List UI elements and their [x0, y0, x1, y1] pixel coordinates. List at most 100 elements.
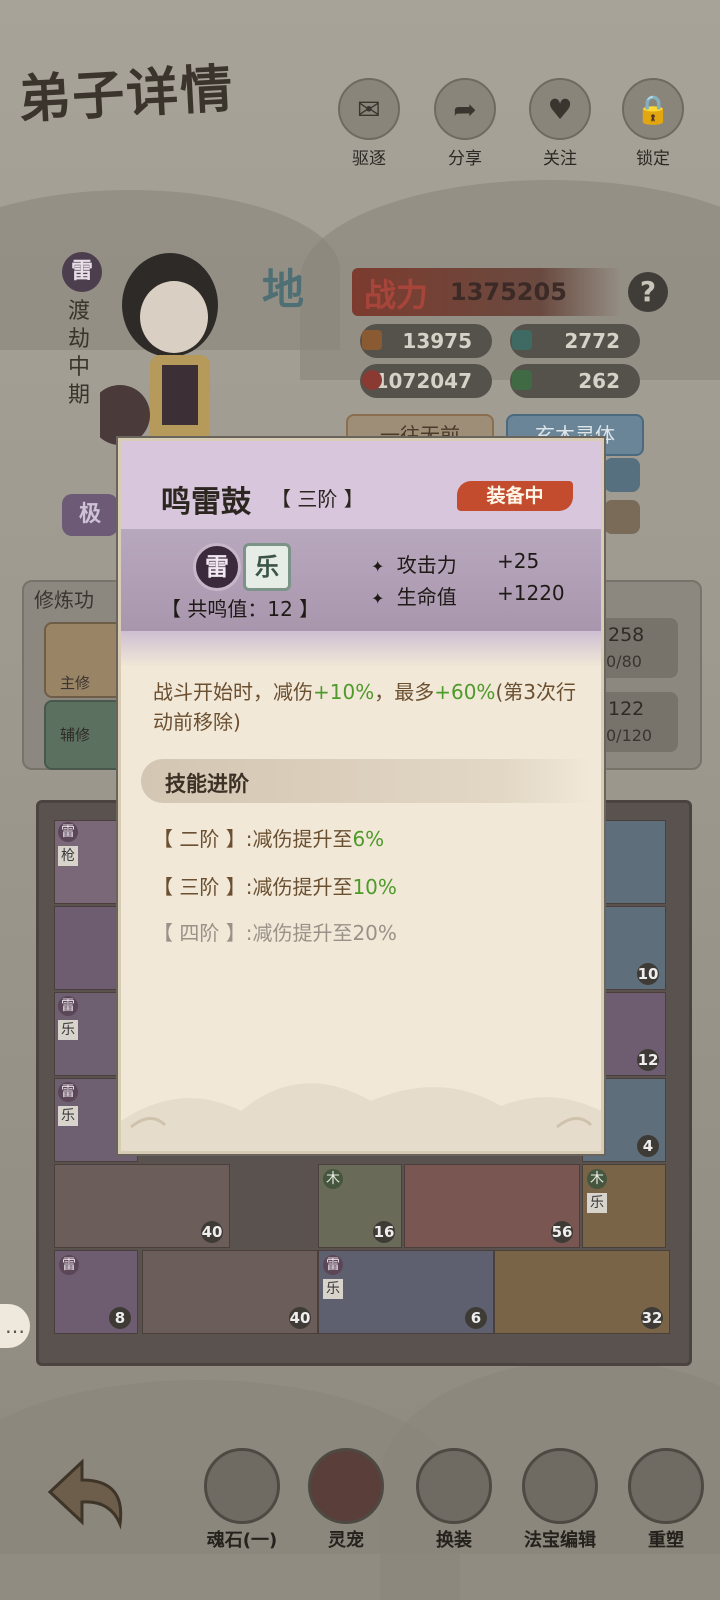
attr-name: 攻击力 — [396, 553, 457, 577]
skill-upgrade-title: 技能进阶 — [165, 772, 249, 796]
soul-stone-button[interactable]: 魂石(一) — [200, 1448, 284, 1552]
inventory-slot[interactable]: 56 — [404, 1164, 580, 1248]
item-count: 8 — [109, 1307, 131, 1329]
expel-label: 驱逐 — [352, 149, 386, 169]
main-slot-label: 主修 — [60, 674, 91, 692]
sword-icon — [362, 330, 382, 350]
attr-value: +25 — [497, 549, 540, 573]
power-value: 1375205 — [450, 278, 567, 306]
share-label: 分享 — [448, 149, 482, 169]
resonance-value: 【 共鸣值：12 】 — [161, 597, 320, 621]
inventory-slot[interactable]: 雷 8 — [54, 1250, 138, 1334]
wood-tag: 木 — [323, 1169, 343, 1189]
tier-label: 【 二阶 】:减伤提升至 — [153, 827, 353, 851]
heart-icon — [362, 370, 382, 390]
inventory-slot[interactable]: 雷 乐 6 — [318, 1250, 494, 1334]
outfit-icon — [416, 1448, 492, 1524]
tier-value: 20% — [352, 921, 397, 945]
treasure-edit-button[interactable]: 法宝编辑 — [512, 1448, 608, 1552]
item-description: 战斗开始时，减伤+10%，最多+60%(第3次行动前移除) — [153, 677, 583, 737]
main-progress-value: 258 — [608, 624, 645, 646]
attr-value: +1220 — [497, 581, 565, 605]
tier-value: 10% — [352, 875, 397, 899]
lock-button[interactable]: 🔒 锁定 — [618, 78, 688, 169]
item-tier: 【 三阶 】 — [271, 487, 364, 511]
thunder-element-icon: 雷 — [193, 543, 241, 591]
music-tag: 乐 — [58, 1106, 78, 1126]
thunder-tag: 雷 — [58, 996, 78, 1016]
tier-value: 6% — [352, 827, 385, 851]
item-name: 鸣雷鼓 — [161, 485, 251, 520]
skill-tier-row: 【 二阶 】:减伤提升至6% — [153, 823, 384, 852]
inventory-slot[interactable]: 木 乐 — [582, 1164, 666, 1248]
help-icon[interactable]: ? — [628, 272, 668, 312]
diamond-icon: ✦ — [371, 557, 385, 576]
main-progress-sub: 0/80 — [606, 652, 642, 671]
disciple-portrait[interactable] — [90, 235, 270, 465]
attribute-band: 雷 乐 【 共鸣值：12 】 ✦ 攻击力 +25 ✦ 生命值 +1220 — [121, 529, 601, 631]
equipped-badge: 装备中 — [457, 481, 573, 511]
shield-icon — [512, 330, 532, 350]
desc-bonus: +60% — [434, 680, 496, 704]
follow-label: 关注 — [543, 149, 577, 169]
hp-attr-row: ✦ 生命值 — [371, 581, 457, 610]
attr-name: 生命值 — [396, 585, 457, 609]
trait-badge[interactable] — [604, 500, 640, 534]
desc-bonus: +10% — [313, 680, 375, 704]
item-count: 56 — [551, 1221, 573, 1243]
treasure-edit-label: 法宝编辑 — [524, 1530, 596, 1551]
item-detail-modal[interactable]: 鸣雷鼓 【 三阶 】 装备中 雷 乐 【 共鸣值：12 】 ✦ 攻击力 +25 … — [118, 438, 604, 1154]
ink-mountain-decoration — [121, 1083, 601, 1151]
music-tag: 乐 — [587, 1193, 607, 1213]
item-count: 12 — [637, 1049, 659, 1071]
tier-label: 【 四阶 】:减伤提升至 — [153, 921, 353, 945]
outfit-label: 换装 — [436, 1530, 472, 1551]
trait-badge[interactable] — [604, 458, 640, 492]
skill-upgrade-header: 技能进阶 — [141, 759, 591, 803]
aux-progress-sub: 0/120 — [606, 726, 653, 745]
inventory-slot[interactable]: 木 16 — [318, 1164, 402, 1248]
rank-badge: 极 — [62, 494, 118, 536]
page-title: 弟子详情 — [16, 58, 236, 131]
diamond-icon: ✦ — [371, 589, 385, 608]
treasure-icon — [522, 1448, 598, 1524]
pet-button[interactable]: 灵宠 — [304, 1448, 388, 1552]
thunder-tag: 雷 — [59, 1255, 79, 1275]
realm-label: 渡劫中期 — [68, 299, 91, 408]
aux-progress-value: 122 — [608, 698, 645, 720]
music-tag: 乐 — [58, 1020, 78, 1040]
inventory-slot[interactable]: 40 — [142, 1250, 318, 1334]
pet-label: 灵宠 — [328, 1530, 364, 1551]
inventory-slot[interactable]: 40 — [54, 1164, 230, 1248]
item-count: 32 — [641, 1307, 663, 1329]
wood-tag: 木 — [587, 1169, 607, 1189]
boot-icon — [512, 370, 532, 390]
reshape-button[interactable]: 重塑 — [624, 1448, 708, 1552]
inventory-slot[interactable]: 32 — [494, 1250, 670, 1334]
share-button[interactable]: ➦ 分享 — [430, 78, 500, 169]
item-count: 4 — [637, 1135, 659, 1157]
soul-stone-label: 魂石(一) — [206, 1530, 278, 1551]
tier-label: 【 三阶 】:减伤提升至 — [153, 875, 353, 899]
expel-button[interactable]: ✉ 驱逐 — [334, 78, 404, 169]
follow-button[interactable]: ♥ 关注 — [525, 78, 595, 169]
back-arrow-icon — [47, 1458, 123, 1530]
soul-stone-icon — [204, 1448, 280, 1524]
item-count: 16 — [373, 1221, 395, 1243]
item-count: 40 — [201, 1221, 223, 1243]
thunder-tag: 雷 — [323, 1255, 343, 1275]
skill-tier-row: 【 四阶 】:减伤提升至20% — [153, 917, 397, 946]
power-label: 战力 — [364, 276, 429, 314]
aux-slot-label: 辅修 — [60, 726, 91, 744]
item-count: 10 — [637, 963, 659, 985]
heart-icon: ♥ — [529, 78, 591, 140]
outfit-button[interactable]: 换装 — [412, 1448, 496, 1552]
music-tag: 乐 — [323, 1279, 343, 1299]
thunder-tag: 雷 — [58, 1082, 78, 1102]
desc-text: 战斗开始时，减伤 — [153, 680, 313, 704]
back-button[interactable] — [40, 1452, 132, 1532]
desc-text: ，最多 — [374, 680, 435, 704]
thunder-tag: 雷 — [58, 822, 78, 842]
cultivation-label: 修炼功 — [34, 588, 94, 612]
attack-attr-row: ✦ 攻击力 — [371, 549, 457, 578]
